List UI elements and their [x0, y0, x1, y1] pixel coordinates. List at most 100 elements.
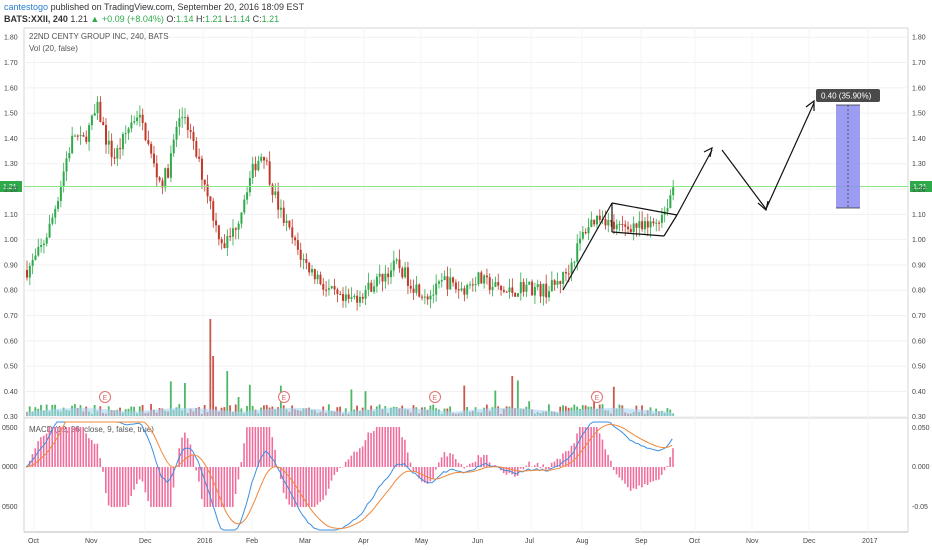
- macd-hist-bar: [231, 467, 234, 507]
- candle-body: [31, 259, 34, 266]
- time-tick: Sep: [635, 538, 648, 545]
- price-pane[interactable]: [23, 27, 909, 419]
- macd-hist-bar: [449, 453, 451, 467]
- macd-hist-bar: [271, 437, 274, 467]
- candle-body: [491, 287, 494, 290]
- candle-body: [488, 277, 491, 290]
- macd-hist-bar: [313, 467, 316, 507]
- macd-hist-bar: [460, 464, 463, 467]
- measure-label: 0.40 (35.90%): [821, 92, 872, 101]
- macd-hist-bar: [347, 459, 350, 467]
- macd-hist-bar: [68, 427, 70, 467]
- time-tick: Feb: [246, 538, 258, 545]
- macd-hist-bar: [330, 467, 333, 481]
- macd-hist-bar: [234, 467, 237, 495]
- candle-body: [310, 269, 313, 273]
- candle-body: [82, 135, 85, 137]
- candle-body: [655, 222, 658, 224]
- macd-hist-bar: [127, 467, 130, 506]
- macd-hist-bar: [164, 467, 166, 507]
- candle-body: [144, 122, 147, 141]
- chart-canvas[interactable]: 1.21 1.21 22ND CENTY GROUP INC, 240, BAT…: [0, 0, 932, 550]
- candle-body: [54, 208, 57, 218]
- candle-body: [421, 296, 424, 298]
- macd-hist-bar: [409, 462, 412, 467]
- price-axis-right[interactable]: 1.80 1.70 1.60 1.50 1.40 1.30 1.20 1.10 1.00 0.90…: [912, 35, 926, 422]
- candle-body: [147, 140, 150, 144]
- price-axis-left[interactable]: 1.80 1.70 1.60 1.50 1.40 1.30 1.20 1.10 1.00 0.90…: [4, 35, 18, 422]
- macd-hist-bar: [471, 462, 474, 467]
- macd-hist-bar: [308, 467, 310, 507]
- time-axis[interactable]: Oct Nov Dec 2016 Feb Mar Apr May Jun Jul Aug Sep Oct…: [28, 538, 878, 545]
- candle-body: [508, 287, 511, 292]
- macd-hist-bar: [45, 433, 48, 467]
- candle-body: [99, 101, 102, 122]
- candle-body: [175, 126, 178, 140]
- macd-hist-bar: [186, 438, 189, 467]
- candle-body: [477, 272, 480, 285]
- macd-hist-bar: [395, 427, 398, 467]
- macd-hist-bar: [618, 467, 621, 478]
- macd-hist-bar: [364, 440, 367, 467]
- macd-axis[interactable]: 0500 0000 0500 0.050 0.000 -0.05: [2, 425, 930, 511]
- macd-hist-bar: [141, 467, 144, 482]
- macd-hist-bar: [302, 467, 305, 507]
- macd-hist-bar: [601, 439, 604, 467]
- flag-right-edge[interactable]: [663, 214, 678, 237]
- macd-hist-bar: [54, 427, 56, 467]
- macd-tick-right: 0.050: [912, 425, 930, 432]
- macd-hist-bar: [116, 467, 118, 507]
- pattern-drawings[interactable]: [562, 102, 815, 291]
- macd-hist-bar: [37, 441, 39, 467]
- candle-body: [612, 221, 615, 230]
- candle-body: [209, 196, 212, 202]
- macd-hist-bar: [579, 427, 581, 467]
- candle-body: [350, 297, 353, 299]
- candle-body: [212, 201, 215, 221]
- macd-hist-bar: [105, 467, 107, 494]
- candle-body: [336, 289, 339, 295]
- macd-hist-bar: [203, 467, 206, 507]
- macd-hist-bar: [361, 446, 364, 467]
- candle-body: [398, 259, 401, 269]
- projection-down[interactable]: [721, 149, 767, 210]
- candle-body: [141, 114, 144, 123]
- flag-bottom-line[interactable]: [611, 231, 665, 237]
- candle-body: [446, 276, 449, 290]
- candle-body: [593, 219, 596, 225]
- candle-body: [466, 284, 469, 295]
- candle-body: [672, 187, 675, 196]
- candle-body: [198, 156, 201, 159]
- macd-hist-bar: [621, 467, 623, 481]
- macd-hist-bar: [237, 467, 240, 480]
- macd-hist-bar: [124, 467, 127, 507]
- macd-hist-bar: [514, 467, 516, 477]
- macd-hist-bar: [265, 427, 268, 467]
- macd-hist-bar: [536, 462, 539, 467]
- candle-body: [119, 148, 122, 150]
- macd-hist-bar: [525, 465, 528, 467]
- macd-hist-bar: [392, 427, 395, 467]
- macd-hist-bar: [398, 427, 401, 467]
- price-tick-left: 0.70: [4, 313, 18, 320]
- macd-hist-bar: [387, 427, 389, 467]
- candle-body: [127, 128, 130, 134]
- macd-hist-bar: [296, 467, 299, 507]
- projection-up-2[interactable]: [765, 102, 815, 210]
- trend-line-up[interactable]: [562, 202, 613, 291]
- macd-hist-bar: [291, 467, 293, 507]
- candle-body: [28, 265, 31, 278]
- macd-hist-bar: [327, 467, 330, 489]
- candle-body: [136, 117, 139, 122]
- candle-body: [454, 282, 457, 290]
- candle-body: [237, 223, 240, 230]
- price-tick-left: 0.60: [4, 338, 18, 345]
- candle-body: [595, 215, 598, 225]
- measure-box[interactable]: [836, 105, 860, 208]
- candle-body: [220, 239, 223, 244]
- macd-hist-bar: [522, 467, 525, 470]
- macd-hist-bar: [319, 467, 322, 502]
- candle-body: [562, 272, 565, 285]
- candle-body: [666, 208, 669, 212]
- arrow-head-icon: [703, 146, 713, 158]
